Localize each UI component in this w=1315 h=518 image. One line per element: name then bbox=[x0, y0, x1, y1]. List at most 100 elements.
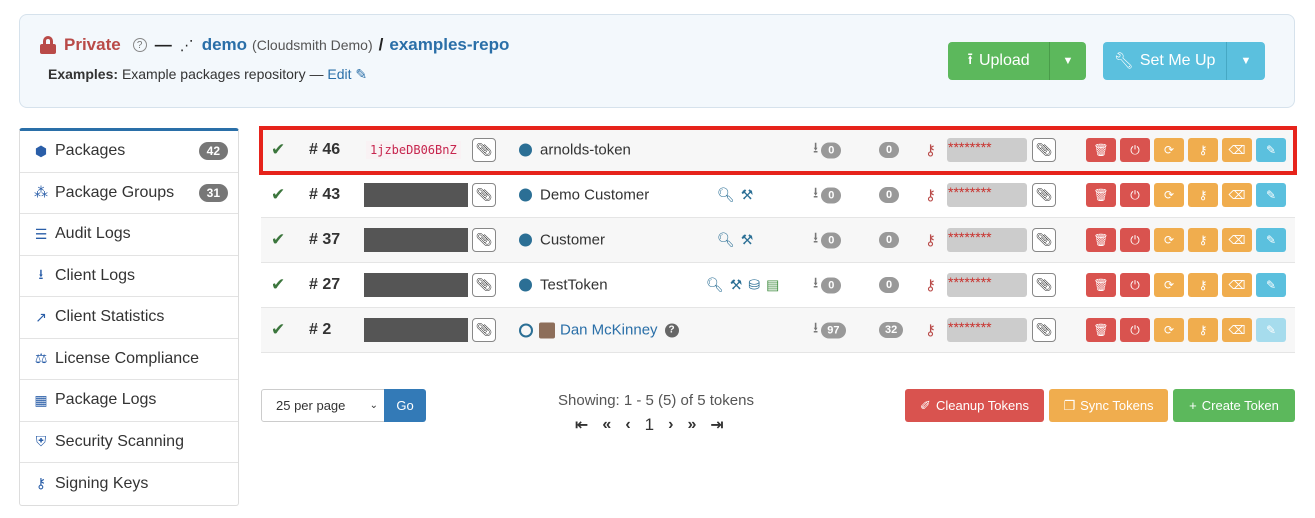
first-page-icon[interactable]: ⇤ bbox=[575, 415, 588, 435]
key-icon: ⚷ bbox=[1198, 143, 1208, 157]
reset-key-button[interactable]: ⚷ bbox=[1188, 273, 1218, 297]
refresh-icon: ⟳ bbox=[1163, 143, 1175, 157]
token-secret[interactable]: ******** bbox=[947, 273, 1027, 297]
token-secret[interactable]: ******** bbox=[947, 183, 1027, 207]
refresh-button[interactable]: ⟳ bbox=[1154, 273, 1184, 297]
delete-button[interactable]: 🗑︎ bbox=[1086, 138, 1116, 162]
pencil-icon: ✎ bbox=[1265, 143, 1277, 157]
downloads-count: ⭳ 97 bbox=[813, 318, 846, 343]
row-actions: 🗑︎ ⏻ ⟳ ⚷ ⌫ ✎ bbox=[1086, 318, 1286, 342]
redacted-identifier bbox=[364, 273, 468, 297]
erase-button[interactable]: ⌫ bbox=[1222, 318, 1252, 342]
refresh-button[interactable]: ⟳ bbox=[1154, 318, 1184, 342]
copy-secret-button[interactable]: 📎︎ bbox=[1032, 138, 1056, 162]
sidebar-item-packages[interactable]: ⬢ Packages 42 bbox=[20, 131, 238, 173]
copy-secret-button[interactable]: 📎︎ bbox=[1032, 318, 1056, 342]
set-me-up-button[interactable]: 🔧︎ Set Me Up bbox=[1103, 42, 1227, 80]
sidebar-item-client-logs[interactable]: ⭳ Client Logs bbox=[20, 256, 238, 297]
secondary-count-badge: 0 bbox=[879, 142, 899, 158]
last-page-icon[interactable]: ⇥ bbox=[710, 415, 723, 435]
owner-link[interactable]: demo bbox=[202, 35, 247, 55]
copy-identifier-button[interactable]: 📎︎ bbox=[472, 318, 496, 342]
reset-key-button[interactable]: ⚷ bbox=[1188, 138, 1218, 162]
delete-button[interactable]: 🗑︎ bbox=[1086, 228, 1116, 252]
token-status-dot bbox=[519, 143, 532, 157]
copy-identifier-button[interactable]: 📎︎ bbox=[472, 183, 496, 207]
table-row: ✔ # 27 📎︎ TestToken 🔍︎ ⚒ ⛁ ▤ ⭳ 0 0 ⚷ ****… bbox=[261, 263, 1295, 308]
delete-button[interactable]: 🗑︎ bbox=[1086, 183, 1116, 207]
prev-page-icon[interactable]: ‹ bbox=[625, 416, 630, 434]
setup-dropdown-toggle[interactable]: ▼ bbox=[1227, 42, 1265, 80]
erase-button[interactable]: ⌫ bbox=[1222, 138, 1252, 162]
copy-secret-button[interactable]: 📎︎ bbox=[1032, 228, 1056, 252]
token-secret[interactable]: ******** bbox=[947, 138, 1027, 162]
pencil-icon: ✎ bbox=[1265, 188, 1277, 202]
refresh-button[interactable]: ⟳ bbox=[1154, 228, 1184, 252]
sidebar-item-package-groups[interactable]: ⁂ Package Groups 31 bbox=[20, 173, 238, 214]
repo-link[interactable]: examples-repo bbox=[389, 35, 509, 55]
database-icon: ⛁ bbox=[748, 276, 761, 293]
sidebar-item-client-statistics[interactable]: ↗ Client Statistics bbox=[20, 297, 238, 339]
key-icon: ⚷ bbox=[1198, 233, 1208, 247]
reset-key-button[interactable]: ⚷ bbox=[1188, 183, 1218, 207]
per-page-select[interactable]: 25 per page ⌄ bbox=[261, 389, 385, 422]
disable-button[interactable]: ⏻ bbox=[1120, 183, 1150, 207]
next-page-icon[interactable]: › bbox=[668, 416, 673, 434]
wrench-icon: 🔧︎ bbox=[1113, 53, 1134, 70]
key-icon: ⚷ bbox=[925, 277, 936, 294]
trash-icon: 🗑︎ bbox=[1093, 323, 1109, 337]
next-pages-icon[interactable]: » bbox=[687, 416, 696, 434]
current-page[interactable]: 1 bbox=[645, 415, 654, 435]
caret-down-icon: ▼ bbox=[1240, 55, 1252, 67]
copy-secret-button[interactable]: 📎︎ bbox=[1032, 273, 1056, 297]
table-row: ✔ # 2 📎︎ Dan McKinney ? ⭳ 97 32 ⚷ *******… bbox=[261, 308, 1295, 353]
copy-secret-button[interactable]: 📎︎ bbox=[1032, 183, 1056, 207]
delete-button[interactable]: 🗑︎ bbox=[1086, 273, 1116, 297]
disable-button[interactable]: ⏻ bbox=[1120, 138, 1150, 162]
edit-link[interactable]: Edit ✎ bbox=[327, 66, 367, 82]
key-icon: ⚷ bbox=[925, 322, 936, 339]
cleanup-tokens-button[interactable]: ✐ Cleanup Tokens bbox=[905, 389, 1044, 422]
disable-button[interactable]: ⏻ bbox=[1120, 318, 1150, 342]
token-secret[interactable]: ******** bbox=[947, 318, 1027, 342]
repo-description: Examples: Example packages repository — … bbox=[48, 66, 367, 83]
erase-button[interactable]: ⌫ bbox=[1222, 273, 1252, 297]
trash-icon: 🗑︎ bbox=[1093, 278, 1109, 292]
token-name-text: TestToken bbox=[540, 276, 608, 294]
sidebar-item-package-logs[interactable]: ▦ Package Logs bbox=[20, 380, 238, 422]
check-icon: ✔ bbox=[271, 140, 286, 159]
upload-button[interactable]: ⭱ Upload bbox=[948, 42, 1050, 80]
edit-button[interactable]: ✎ bbox=[1256, 228, 1286, 252]
refresh-button[interactable]: ⟳ bbox=[1154, 183, 1184, 207]
sidebar-item-security-scanning[interactable]: ⛨ Security Scanning bbox=[20, 422, 238, 463]
edit-button[interactable]: ✎ bbox=[1256, 273, 1286, 297]
user-link[interactable]: Dan McKinney bbox=[560, 322, 658, 339]
help-icon[interactable]: ? bbox=[132, 38, 147, 52]
sidebar-item-label: Packages bbox=[55, 142, 126, 160]
upload-dropdown-toggle[interactable]: ▼ bbox=[1050, 42, 1086, 80]
go-button[interactable]: Go bbox=[384, 389, 426, 422]
create-token-button[interactable]: + Create Token bbox=[1173, 389, 1295, 422]
sync-tokens-button[interactable]: ❐ Sync Tokens bbox=[1049, 389, 1168, 422]
copy-identifier-button[interactable]: 📎︎ bbox=[472, 273, 496, 297]
disable-button[interactable]: ⏻ bbox=[1120, 273, 1150, 297]
lock-icon bbox=[40, 36, 56, 54]
sidebar-item-audit-logs[interactable]: ☰ Audit Logs bbox=[20, 214, 238, 256]
sidebar-item-license-compliance[interactable]: ⚖ License Compliance bbox=[20, 339, 238, 380]
reset-key-button[interactable]: ⚷ bbox=[1188, 318, 1218, 342]
delete-button[interactable]: 🗑︎ bbox=[1086, 318, 1116, 342]
copy-identifier-button[interactable]: 📎︎ bbox=[472, 138, 496, 162]
prev-pages-icon[interactable]: « bbox=[602, 416, 611, 434]
sidebar-item-signing-keys[interactable]: ⚷ Signing Keys bbox=[20, 463, 238, 505]
erase-button[interactable]: ⌫ bbox=[1222, 228, 1252, 252]
reset-key-button[interactable]: ⚷ bbox=[1188, 228, 1218, 252]
downloads-count: ⭳ 0 bbox=[813, 138, 842, 163]
edit-button[interactable]: ✎ bbox=[1256, 183, 1286, 207]
edit-button[interactable]: ✎ bbox=[1256, 138, 1286, 162]
token-secret[interactable]: ******** bbox=[947, 228, 1027, 252]
refresh-button[interactable]: ⟳ bbox=[1154, 138, 1184, 162]
question-icon[interactable]: ? bbox=[664, 323, 679, 337]
disable-button[interactable]: ⏻ bbox=[1120, 228, 1150, 252]
erase-button[interactable]: ⌫ bbox=[1222, 183, 1252, 207]
copy-identifier-button[interactable]: 📎︎ bbox=[472, 228, 496, 252]
